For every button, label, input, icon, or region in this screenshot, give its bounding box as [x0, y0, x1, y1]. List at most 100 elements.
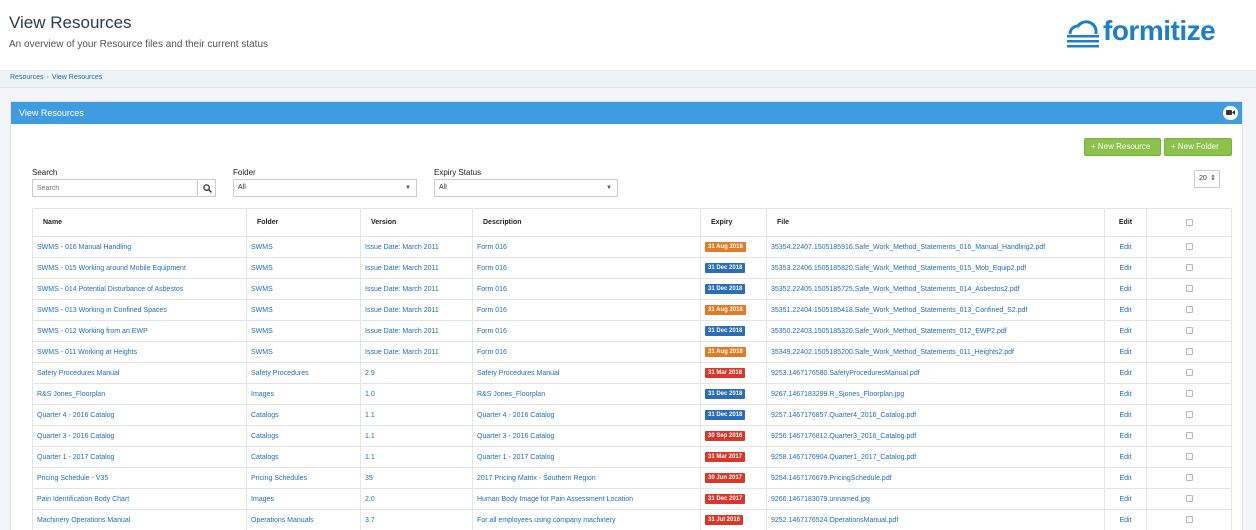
column-header-name[interactable]: Name — [32, 208, 247, 237]
chevron-down-icon: ▼ — [405, 185, 411, 191]
search-button[interactable] — [197, 180, 215, 196]
resource-file-link[interactable]: 9267.1467183299.R_Sjones_Floorplan.jpg — [766, 383, 1105, 405]
select-all-checkbox[interactable] — [1185, 218, 1193, 226]
resource-file-link[interactable]: 35351.22404.1505185418.Safe_Work_Method_… — [766, 299, 1105, 321]
row-checkbox[interactable] — [1185, 516, 1193, 524]
resource-folder-link[interactable]: SWMS — [246, 257, 361, 279]
row-checkbox[interactable] — [1185, 411, 1193, 419]
resource-file-link[interactable]: 9258.1467176904.Quarter1_2017_Catalog.pd… — [766, 446, 1105, 468]
row-checkbox[interactable] — [1185, 327, 1193, 335]
resource-file-link[interactable]: 9252.1467176524.OperationsManual.pdf — [766, 509, 1105, 530]
resource-version: 1.0 — [360, 383, 473, 405]
resource-folder-link[interactable]: SWMS — [246, 320, 361, 342]
edit-link[interactable]: Edit — [1104, 446, 1147, 468]
resource-file-link[interactable]: 9257.1467176857.Quarter4_2016_Catalog.pd… — [766, 404, 1105, 426]
resource-name-link[interactable]: SWMS - 013 Working in Confined Spaces — [32, 299, 247, 321]
resource-folder-link[interactable]: SWMS — [246, 278, 361, 300]
page-size-select[interactable]: 20 ⇕ — [1194, 170, 1220, 188]
edit-link[interactable]: Edit — [1104, 425, 1147, 447]
table-row: R&S Jones_Floorplan Images 1.0 R&S Jones_Fl… — [32, 383, 1232, 405]
folder-label: Folder — [233, 168, 256, 177]
row-checkbox[interactable] — [1185, 369, 1193, 377]
resource-folder-link[interactable]: Catalogs — [246, 404, 361, 426]
resource-name-link[interactable]: R&S Jones_Floorplan — [32, 383, 247, 405]
row-checkbox[interactable] — [1185, 285, 1193, 293]
resource-file-link[interactable]: 9254.1467176679.PricingSchedule.pdf — [766, 467, 1105, 489]
resource-name-link[interactable]: Safety Procedures Manual — [32, 362, 247, 384]
resource-name-link[interactable]: SWMS - 016 Manual Handling — [32, 236, 247, 258]
edit-link[interactable]: Edit — [1104, 467, 1147, 489]
resource-folder-link[interactable]: Images — [246, 383, 361, 405]
resource-file-link[interactable]: 35349.22402.1505185200.Safe_Work_Method_… — [766, 341, 1105, 363]
resource-file-link[interactable]: 9256.1467176812.Quarter3_2016_Catalog.pd… — [766, 425, 1105, 447]
row-checkbox[interactable] — [1185, 243, 1193, 251]
breadcrumb-view-resources[interactable]: View Resources — [52, 74, 102, 81]
column-header-description[interactable]: Description — [472, 208, 701, 237]
expiry-status-select[interactable]: All ▼ — [434, 179, 618, 197]
edit-link[interactable]: Edit — [1104, 278, 1147, 300]
resource-folder-link[interactable]: Safety Procedures — [246, 362, 361, 384]
resource-name-link[interactable]: Pricing Schedule - V35 — [32, 467, 247, 489]
row-checkbox[interactable] — [1185, 453, 1193, 461]
resource-file-link[interactable]: 35354.22407.1505185916.Safe_Work_Method_… — [766, 236, 1105, 258]
resource-folder-link[interactable]: Images — [246, 488, 361, 510]
breadcrumb-resources[interactable]: Resources — [10, 74, 43, 81]
resource-name-link[interactable]: SWMS - 011 Working at Heights — [32, 341, 247, 363]
column-header-version[interactable]: Version — [360, 208, 473, 237]
select-all-checkbox-cell — [1146, 208, 1232, 237]
edit-link[interactable]: Edit — [1104, 404, 1147, 426]
resource-file-link[interactable]: 35352.22405.1505185725.Safe_Work_Method_… — [766, 278, 1105, 300]
expiry-cell: 30 Sep 2016 — [700, 425, 767, 447]
resource-folder-link[interactable]: SWMS — [246, 236, 361, 258]
column-header-file[interactable]: File — [766, 208, 1105, 237]
resource-name-link[interactable]: Quarter 1 - 2017 Catalog — [32, 446, 247, 468]
edit-link[interactable]: Edit — [1104, 320, 1147, 342]
formitize-logo[interactable]: formitize — [1066, 15, 1246, 50]
resource-name-link[interactable]: SWMS - 012 Working from an EWP — [32, 320, 247, 342]
edit-link[interactable]: Edit — [1104, 488, 1147, 510]
new-folder-button[interactable]: + New Folder — [1164, 138, 1232, 156]
resource-folder-link[interactable]: Catalogs — [246, 425, 361, 447]
edit-link[interactable]: Edit — [1104, 236, 1147, 258]
resource-name-link[interactable]: Machinery Operations Manual — [32, 509, 247, 530]
edit-link[interactable]: Edit — [1104, 509, 1147, 530]
row-checkbox[interactable] — [1185, 348, 1193, 356]
edit-link[interactable]: Edit — [1104, 299, 1147, 321]
edit-link[interactable]: Edit — [1104, 362, 1147, 384]
edit-link[interactable]: Edit — [1104, 341, 1147, 363]
folder-select[interactable]: All ▼ — [233, 179, 417, 197]
resource-file-link[interactable]: 9266.1467183079.unnamed.jpg — [766, 488, 1105, 510]
resource-file-link[interactable]: 9253.1467176580.SafetyProceduresManual.p… — [766, 362, 1105, 384]
resource-name-link[interactable]: Pain Identification Body Chart — [32, 488, 247, 510]
new-resource-button[interactable]: + New Resource — [1084, 138, 1161, 156]
resource-folder-link[interactable]: Catalogs — [246, 446, 361, 468]
resource-version: Issue Date: March 2011 — [360, 236, 473, 258]
column-header-expiry[interactable]: Expiry — [700, 208, 767, 237]
resource-description: Human Body Image for Pain Assessment Loc… — [472, 488, 701, 510]
resource-folder-link[interactable]: Pricing Schedules — [246, 467, 361, 489]
row-checkbox[interactable] — [1185, 390, 1193, 398]
resource-name-link[interactable]: SWMS - 015 Working around Mobile Equipme… — [32, 257, 247, 279]
chevron-down-icon: ▼ — [606, 185, 612, 191]
row-checkbox[interactable] — [1185, 306, 1193, 314]
resource-name-link[interactable]: SWMS - 014 Potential Disturbance of Asbe… — [32, 278, 247, 300]
row-checkbox[interactable] — [1185, 264, 1193, 272]
expiry-cell: 31 Mar 2018 — [700, 362, 767, 384]
edit-link[interactable]: Edit — [1104, 257, 1147, 279]
resource-folder-link[interactable]: Operations Manuals — [246, 509, 361, 530]
column-header-folder[interactable]: Folder — [246, 208, 361, 237]
video-tutorial-button[interactable] — [1223, 106, 1238, 120]
edit-link[interactable]: Edit — [1104, 383, 1147, 405]
expiry-badge: 31 Dec 2018 — [705, 284, 746, 294]
resource-file-link[interactable]: 35353.22406.1505185820.Safe_Work_Method_… — [766, 257, 1105, 279]
row-checkbox[interactable] — [1185, 474, 1193, 482]
row-checkbox-cell — [1146, 341, 1232, 363]
resource-folder-link[interactable]: SWMS — [246, 341, 361, 363]
resource-name-link[interactable]: Quarter 4 - 2016 Catalog — [32, 404, 247, 426]
resource-file-link[interactable]: 35350.22403.1505185320.Safe_Work_Method_… — [766, 320, 1105, 342]
search-input[interactable] — [33, 180, 197, 196]
row-checkbox[interactable] — [1185, 432, 1193, 440]
resource-folder-link[interactable]: SWMS — [246, 299, 361, 321]
row-checkbox[interactable] — [1185, 495, 1193, 503]
resource-name-link[interactable]: Quarter 3 - 2016 Catalog — [32, 425, 247, 447]
